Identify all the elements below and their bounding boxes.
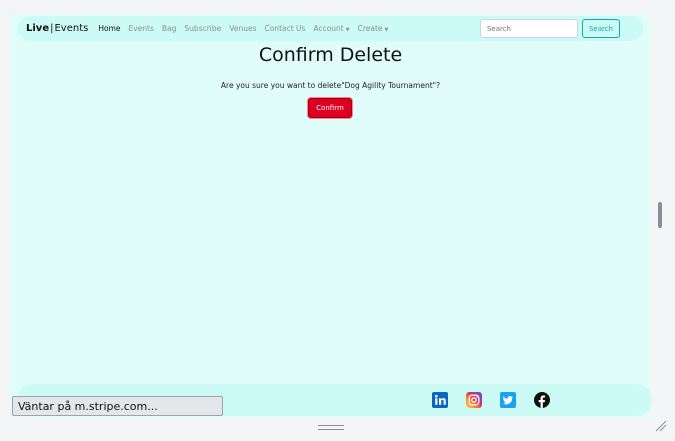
search-button[interactable]: Search	[581, 19, 620, 38]
confirm-prompt: Are you sure you want to delete"Dog Agil…	[220, 81, 441, 90]
brand-bold: Live	[26, 23, 50, 34]
facebook-icon	[534, 392, 550, 408]
instagram-icon	[466, 392, 482, 408]
caret-down-icon: ▼	[345, 27, 350, 33]
scrollbar-thumb[interactable]	[658, 202, 662, 228]
twitter-icon	[500, 392, 516, 408]
instagram-link[interactable]	[466, 392, 482, 408]
confirm-button[interactable]: Confirm	[308, 98, 352, 118]
browser-viewport: Live | Events Home Events Bag Subscribe …	[10, 14, 651, 417]
nav-link-bag[interactable]: Bag	[162, 24, 177, 33]
twitter-link[interactable]	[500, 392, 516, 408]
linkedin-icon	[432, 392, 448, 408]
caret-down-icon: ▼	[384, 27, 389, 33]
page-title: Confirm Delete	[258, 44, 403, 66]
search-input[interactable]	[479, 19, 578, 38]
navbar: Live | Events Home Events Bag Subscribe …	[18, 16, 643, 41]
nav-links: Home Events Bag Subscribe Venues Contact…	[98, 24, 396, 33]
nav-create-label: Create	[357, 24, 383, 33]
nav-dropdown-create[interactable]: Create ▼	[358, 24, 389, 33]
nav-link-home[interactable]: Home	[98, 24, 120, 33]
brand-divider: |	[50, 23, 54, 34]
nav-dropdown-account[interactable]: Account ▼	[313, 24, 349, 33]
drag-handle[interactable]	[318, 425, 344, 430]
nav-link-venues[interactable]: Venues	[229, 24, 256, 33]
nav-account-label: Account	[313, 24, 344, 33]
search-form: Search	[479, 19, 620, 38]
nav-link-events[interactable]: Events	[129, 24, 154, 33]
resize-grip-icon[interactable]	[654, 419, 668, 433]
nav-link-contact-us[interactable]: Contact Us	[264, 24, 305, 33]
facebook-link[interactable]	[534, 392, 550, 408]
nav-link-subscribe[interactable]: Subscribe	[184, 24, 221, 33]
brand-light: Events	[54, 23, 89, 34]
brand-logo[interactable]: Live | Events	[26, 23, 88, 34]
linkedin-link[interactable]	[432, 392, 448, 408]
status-bar: Väntar på m.stripe.com...	[12, 396, 223, 416]
